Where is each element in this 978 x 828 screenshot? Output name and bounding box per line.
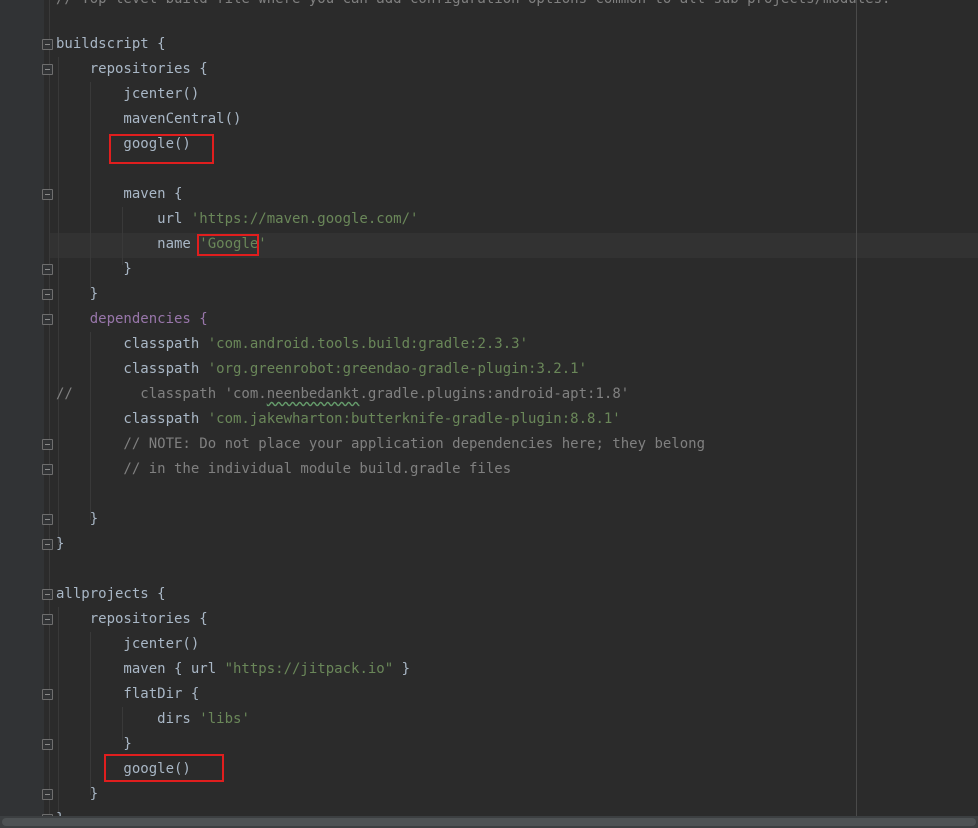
fold-marker-icon[interactable] <box>42 314 53 325</box>
code-token: // NOTE: Do not place your application d… <box>56 436 706 452</box>
code-line[interactable]: // NOTE: Do not place your application d… <box>56 432 906 457</box>
code-token: buildscript { <box>56 36 166 52</box>
editor-gutter[interactable] <box>0 0 44 816</box>
code-line[interactable]: } <box>56 282 906 307</box>
code-token: repositories { <box>56 61 208 77</box>
code-line[interactable]: maven { <box>56 182 906 207</box>
code-token: flatDir { <box>56 686 200 702</box>
fold-marker-icon[interactable] <box>42 689 53 700</box>
code-line[interactable]: // classpath 'com.neenbedankt.gradle.plu… <box>56 382 906 407</box>
code-token: } <box>56 786 99 802</box>
fold-marker-icon[interactable] <box>42 789 53 800</box>
code-line[interactable]: } <box>56 507 906 532</box>
code-token: dependencies { <box>56 311 208 327</box>
code-token: } <box>56 286 99 302</box>
code-token: } <box>56 736 132 752</box>
code-line[interactable]: allprojects { <box>56 582 906 607</box>
code-token: // in the individual module build.gradle… <box>56 461 512 477</box>
highlight-box-google-name <box>197 234 259 256</box>
code-line[interactable]: classpath 'com.jakewharton:butterknife-g… <box>56 407 906 432</box>
code-token: maven { <box>56 186 183 202</box>
fold-marker-icon[interactable] <box>42 589 53 600</box>
fold-marker-icon[interactable] <box>42 514 53 525</box>
code-token: } <box>56 261 132 277</box>
code-token: mavenCentral() <box>56 111 242 127</box>
code-line[interactable]: repositories { <box>56 607 906 632</box>
code-line[interactable]: repositories { <box>56 57 906 82</box>
code-line[interactable]: mavenCentral() <box>56 107 906 132</box>
code-editor[interactable]: // Top-level build file where you can ad… <box>0 0 978 816</box>
code-token: classpath <box>56 361 208 377</box>
code-line[interactable]: name 'Google' <box>56 232 906 257</box>
code-token: 'org.greenrobot:greendao-gradle-plugin:3… <box>207 361 588 377</box>
code-token: maven { url <box>56 661 225 677</box>
scrollbar-thumb[interactable] <box>2 818 976 826</box>
code-line[interactable]: flatDir { <box>56 682 906 707</box>
code-line[interactable]: jcenter() <box>56 82 906 107</box>
code-line[interactable]: classpath 'com.android.tools.build:gradl… <box>56 332 906 357</box>
code-token: } <box>393 661 411 677</box>
code-token: allprojects { <box>56 586 166 602</box>
code-token: // classpath <box>56 386 225 402</box>
code-token: repositories { <box>56 611 208 627</box>
code-line[interactable]: } <box>56 257 906 282</box>
fold-marker-icon[interactable] <box>42 264 53 275</box>
code-token: jcenter() <box>56 86 200 102</box>
code-line[interactable]: buildscript { <box>56 32 906 57</box>
code-token: jcenter() <box>56 636 200 652</box>
fold-marker-icon[interactable] <box>42 539 53 550</box>
code-token: } <box>56 511 99 527</box>
code-token: } <box>56 536 65 552</box>
fold-marker-icon[interactable] <box>42 614 53 625</box>
code-token: name <box>56 236 200 252</box>
code-line[interactable]: } <box>56 532 906 557</box>
fold-marker-icon[interactable] <box>42 39 53 50</box>
code-line[interactable]: jcenter() <box>56 632 906 657</box>
code-line[interactable]: url 'https://maven.google.com/' <box>56 207 906 232</box>
code-token: 'com.jakewharton:butterknife-gradle-plug… <box>207 411 621 427</box>
typo-underline: neenbedankt <box>266 386 360 402</box>
code-line[interactable]: dirs 'libs' <box>56 707 906 732</box>
code-line[interactable]: dependencies { <box>56 307 906 332</box>
fold-marker-icon[interactable] <box>42 64 53 75</box>
code-token: dirs <box>56 711 200 727</box>
code-token: 'com.neenbedankt.gradle.plugins:android-… <box>224 386 630 402</box>
code-line[interactable]: } <box>56 782 906 807</box>
code-line[interactable]: } <box>56 807 906 816</box>
code-token: "https://jitpack.io" <box>224 661 394 677</box>
top-partial-line: // Top-level build file where you can ad… <box>56 0 906 12</box>
fold-marker-icon[interactable] <box>42 739 53 750</box>
code-line[interactable] <box>56 557 906 582</box>
fold-marker-icon[interactable] <box>42 464 53 475</box>
code-line[interactable]: maven { url "https://jitpack.io" } <box>56 657 906 682</box>
code-token: classpath <box>56 411 208 427</box>
horizontal-scrollbar[interactable] <box>0 816 978 828</box>
highlight-box-google-2 <box>104 754 224 782</box>
code-line[interactable] <box>56 482 906 507</box>
code-line[interactable]: classpath 'org.greenrobot:greendao-gradl… <box>56 357 906 382</box>
code-line[interactable]: // in the individual module build.gradle… <box>56 457 906 482</box>
code-token: classpath <box>56 336 208 352</box>
code-token: url <box>56 211 191 227</box>
code-token: 'libs' <box>199 711 250 727</box>
highlight-box-google-1 <box>109 134 214 164</box>
code-token: 'com.android.tools.build:gradle:2.3.3' <box>207 336 529 352</box>
code-token: 'https://maven.google.com/' <box>190 211 419 227</box>
fold-marker-icon[interactable] <box>42 439 53 450</box>
fold-marker-icon[interactable] <box>42 189 53 200</box>
fold-marker-icon[interactable] <box>42 289 53 300</box>
